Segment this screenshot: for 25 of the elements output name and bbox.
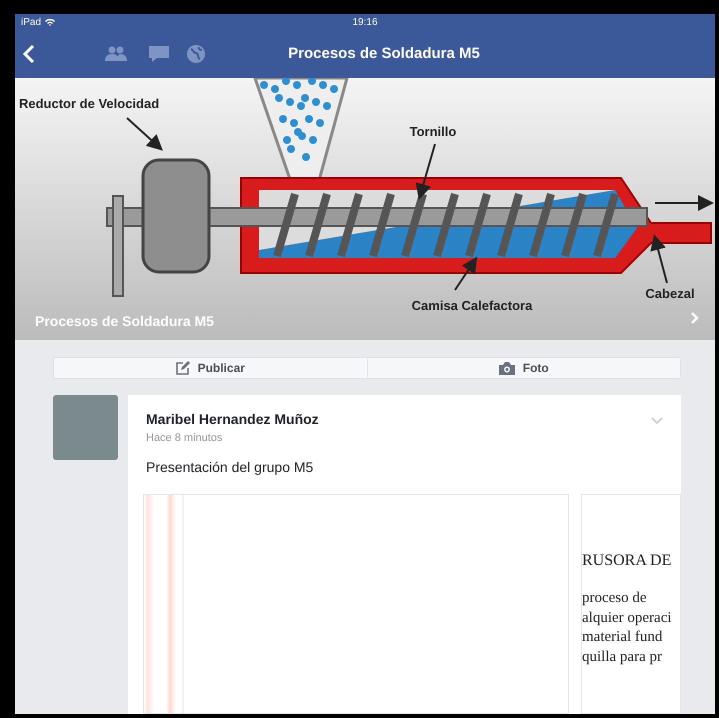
document-line: proceso de: [582, 589, 648, 608]
diagram-label: Cabezal: [645, 286, 695, 301]
diagram-label: Tornillo: [410, 124, 456, 139]
cover-caption: Procesos de Soldadura M5: [35, 312, 214, 331]
back-icon[interactable]: [23, 42, 35, 66]
camera-icon: [498, 362, 515, 374]
diagram-label: Reductor de Velocidad: [19, 96, 160, 111]
document-line: material fund: [582, 628, 664, 648]
members-icon[interactable]: [105, 46, 127, 62]
author-name[interactable]: Maribel Hernandez Muñoz: [146, 409, 319, 430]
edit-icon: [176, 361, 190, 375]
post-text: Presentación del grupo M5: [146, 458, 314, 477]
document-line: quilla para pr: [582, 648, 663, 667]
post-time: Hace 8 minutos: [146, 431, 224, 446]
device-label: iPad: [21, 16, 42, 30]
globe-icon[interactable]: [187, 45, 205, 63]
chat-icon[interactable]: [149, 46, 169, 62]
avatar-photo-placeholder: [53, 395, 118, 460]
document-line: alquier operaci: [582, 608, 673, 628]
status-time: 19:16: [352, 16, 378, 30]
document-heading: RUSORA DE: [582, 550, 672, 570]
post-button[interactable]: Publicar: [54, 358, 366, 378]
nav-title: Procesos de Soldadura M5: [288, 44, 480, 64]
photo-button[interactable]: Foto: [366, 358, 680, 378]
diagram-label: Camisa Calefactora: [412, 298, 532, 313]
